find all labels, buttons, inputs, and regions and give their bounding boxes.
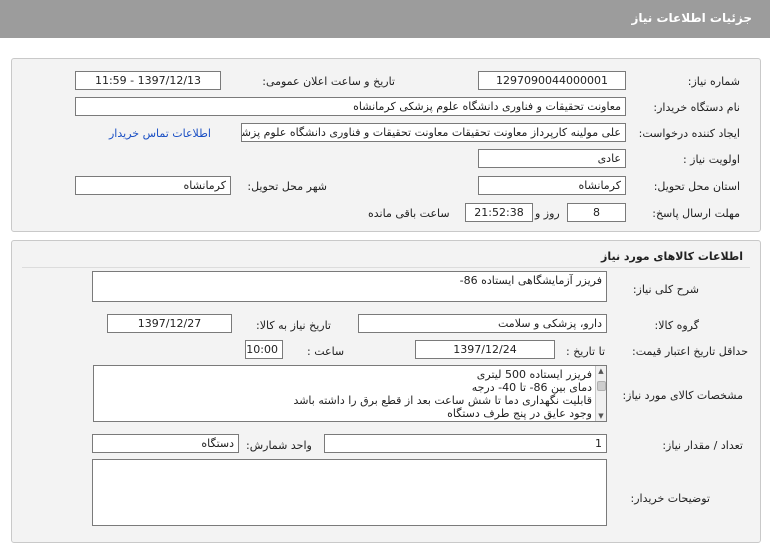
scroll-down-icon[interactable]: ▼: [596, 411, 606, 421]
deadline-time-field[interactable]: 21:52:38: [465, 203, 533, 222]
page-header: جزئيات اطلاعات نياز: [0, 0, 770, 38]
buyer-notes-label: توضيحات خريدار:: [630, 492, 711, 505]
specs-textarea[interactable]: فريزر ايستاده 500 ليتری دمای بين 86- تا …: [93, 365, 607, 422]
time-field[interactable]: 10:00: [245, 340, 283, 359]
goods-section-title: اطلاعات کالاهای مورد نياز: [601, 250, 743, 263]
buyer-org-label: نام دستگاه خريدار:: [653, 101, 740, 114]
goods-group-label: گروه کالا:: [654, 319, 699, 332]
need-number-field[interactable]: 1297090044000001: [478, 71, 626, 90]
goods-group-field[interactable]: دارو، پزشکی و سلامت: [358, 314, 607, 333]
delivery-province-label: استان محل تحويل:: [653, 180, 740, 193]
delivery-province-field[interactable]: کرمانشاه: [478, 176, 626, 195]
scroll-thumb[interactable]: [597, 381, 606, 391]
deadline-days-field[interactable]: 8: [567, 203, 626, 222]
specs-line: فريزر ايستاده 500 ليتری: [476, 368, 592, 381]
scroll-up-icon[interactable]: ▲: [596, 366, 606, 376]
quantity-field[interactable]: 1: [324, 434, 607, 453]
specs-line: قابليت نگهداری دما تا شش ساعت بعد از قطع…: [293, 394, 592, 407]
time-label: ساعت :: [307, 345, 345, 358]
delivery-city-field[interactable]: کرمانشاه: [75, 176, 231, 195]
requester-label: ايجاد کننده درخواست:: [638, 127, 740, 140]
general-desc-field[interactable]: فريزر آزمايشگاهی ايستاده 86-: [92, 271, 607, 302]
section-divider: [22, 267, 750, 268]
delivery-city-label: شهر محل تحويل:: [247, 180, 327, 193]
buyer-contact-link[interactable]: اطلاعات تماس خريدار: [109, 127, 211, 140]
to-date-field[interactable]: 1397/12/24: [415, 340, 555, 359]
price-validity-label: حداقل تاريخ اعتبار قيمت:: [632, 345, 748, 358]
specs-scrollbar[interactable]: ▲ ▼: [595, 366, 606, 421]
need-info-panel: شماره نياز: 1297090044000001 تاريخ و ساع…: [11, 58, 761, 232]
announce-datetime-field[interactable]: 1397/12/13 - 11:59: [75, 71, 221, 90]
need-number-label: شماره نياز:: [687, 75, 740, 88]
days-word: روز و: [535, 207, 560, 220]
priority-field[interactable]: عادی: [478, 149, 626, 168]
to-date-label: تا تاريخ :: [566, 345, 605, 358]
buyer-org-field[interactable]: معاونت تحقيقات و فناوری دانشگاه علوم پزش…: [75, 97, 626, 116]
requester-field[interactable]: علی مولينه کارپرداز معاونت تحقيقات معاون…: [241, 123, 626, 142]
response-deadline-label: مهلت ارسال پاسخ:: [652, 207, 740, 220]
general-desc-label: شرح کلی نياز:: [632, 283, 699, 296]
page-title: جزئيات اطلاعات نياز: [631, 11, 752, 25]
buyer-notes-textarea[interactable]: [92, 459, 607, 526]
specs-line: وجود عايق در پنج طرف دستگاه: [447, 407, 592, 420]
announce-datetime-label: تاريخ و ساعت اعلان عمومی:: [262, 75, 395, 88]
specs-label: مشخصات کالای مورد نياز:: [622, 389, 743, 402]
goods-info-panel: اطلاعات کالاهای مورد نياز شرح کلی نياز: …: [11, 240, 761, 543]
quantity-label: تعداد / مقدار نياز:: [662, 439, 743, 452]
priority-label: اولويت نياز :: [682, 153, 740, 166]
need-date-label: تاريخ نياز به کالا:: [256, 319, 331, 332]
unit-label: واحد شمارش:: [246, 439, 312, 452]
remaining-time-word: ساعت باقی مانده: [368, 207, 450, 220]
specs-line: دمای بين 86- تا 40- درجه: [471, 381, 592, 394]
need-date-field[interactable]: 1397/12/27: [107, 314, 232, 333]
unit-field[interactable]: دستگاه: [92, 434, 239, 453]
